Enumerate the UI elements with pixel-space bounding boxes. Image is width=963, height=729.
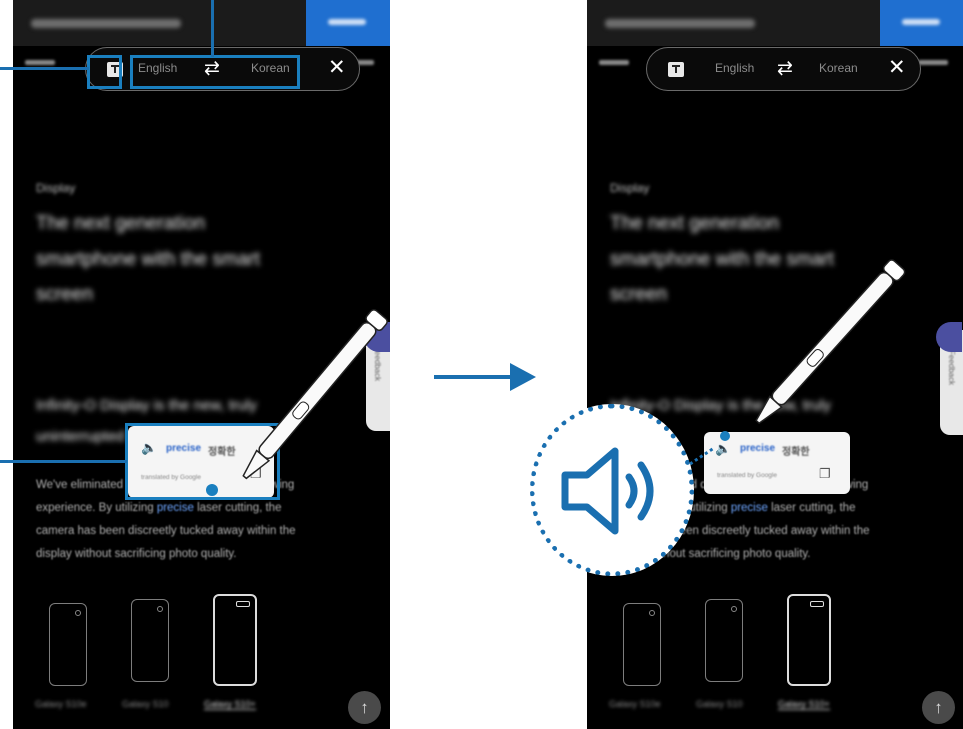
translate-mode-icon[interactable] xyxy=(668,62,684,77)
close-icon[interactable]: ✕ xyxy=(888,55,906,80)
device-label-1-blurred: Galaxy S10e xyxy=(35,699,87,709)
browser-address-bar[interactable] xyxy=(587,0,963,46)
device-thumb-s10e[interactable] xyxy=(49,603,87,686)
device-thumb-s10[interactable] xyxy=(705,599,743,682)
device-thumb-s10e[interactable] xyxy=(623,603,661,686)
device-thumb-s10plus[interactable] xyxy=(213,594,257,686)
nav-experience-blurred xyxy=(918,60,948,65)
device-label-3-blurred: Galaxy S10+ xyxy=(204,699,256,710)
headline-line-1-blurred: The next generation xyxy=(610,213,780,234)
nav-highlights-blurred xyxy=(599,60,629,65)
copy-icon[interactable]: ❐ xyxy=(819,466,831,482)
url-text-blurred xyxy=(31,19,181,28)
translator-toolbar: English ⇄ Korean ✕ xyxy=(646,47,921,91)
headline-line-3-blurred: screen xyxy=(610,284,668,305)
section-label-blurred: Display xyxy=(36,181,76,195)
device-label-2-blurred: Galaxy S10 xyxy=(122,699,169,709)
google-credit-blurred: translated by Google xyxy=(717,472,777,479)
subheading-line-2-blurred: uninterrupted xyxy=(36,428,125,445)
swap-languages-icon[interactable]: ⇄ xyxy=(777,57,793,80)
translate-mode-highlight xyxy=(87,55,122,89)
language-selector-highlight xyxy=(130,55,300,89)
device-label-3-blurred: Galaxy S10+ xyxy=(778,699,830,710)
scroll-to-top-icon[interactable]: ↑ xyxy=(348,691,381,724)
buy-now-button[interactable] xyxy=(306,0,390,46)
target-language[interactable]: Korean xyxy=(819,61,858,75)
callout-line-tooltip xyxy=(0,460,127,463)
s-pen xyxy=(720,259,906,441)
section-label-blurred: Display xyxy=(610,181,650,195)
headline-line-1-blurred: The next generation xyxy=(36,213,206,234)
callout-line-languages xyxy=(211,0,214,57)
browser-address-bar[interactable] xyxy=(13,0,390,46)
speaker-icon xyxy=(561,447,654,535)
device-label-1-blurred: Galaxy S10e xyxy=(609,699,661,709)
device-label-2-blurred: Galaxy S10 xyxy=(696,699,743,709)
buy-now-button[interactable] xyxy=(880,0,963,46)
flow-arrow xyxy=(434,363,536,391)
s-pen xyxy=(206,309,388,496)
device-thumb-s10[interactable] xyxy=(131,599,169,682)
zoom-magnifier xyxy=(530,404,694,576)
callout-line-translate-mode xyxy=(0,67,89,70)
zoom-connector xyxy=(689,446,715,466)
nav-highlights-blurred xyxy=(25,60,55,65)
source-language[interactable]: English xyxy=(715,61,754,75)
headline-line-2-blurred: smartphone with the smart xyxy=(36,249,260,270)
headline-line-3-blurred: screen xyxy=(36,284,94,305)
close-icon[interactable]: ✕ xyxy=(328,55,346,80)
scroll-to-top-icon[interactable]: ↑ xyxy=(922,691,955,724)
url-text-blurred xyxy=(605,19,755,28)
device-thumb-s10plus[interactable] xyxy=(787,594,831,686)
